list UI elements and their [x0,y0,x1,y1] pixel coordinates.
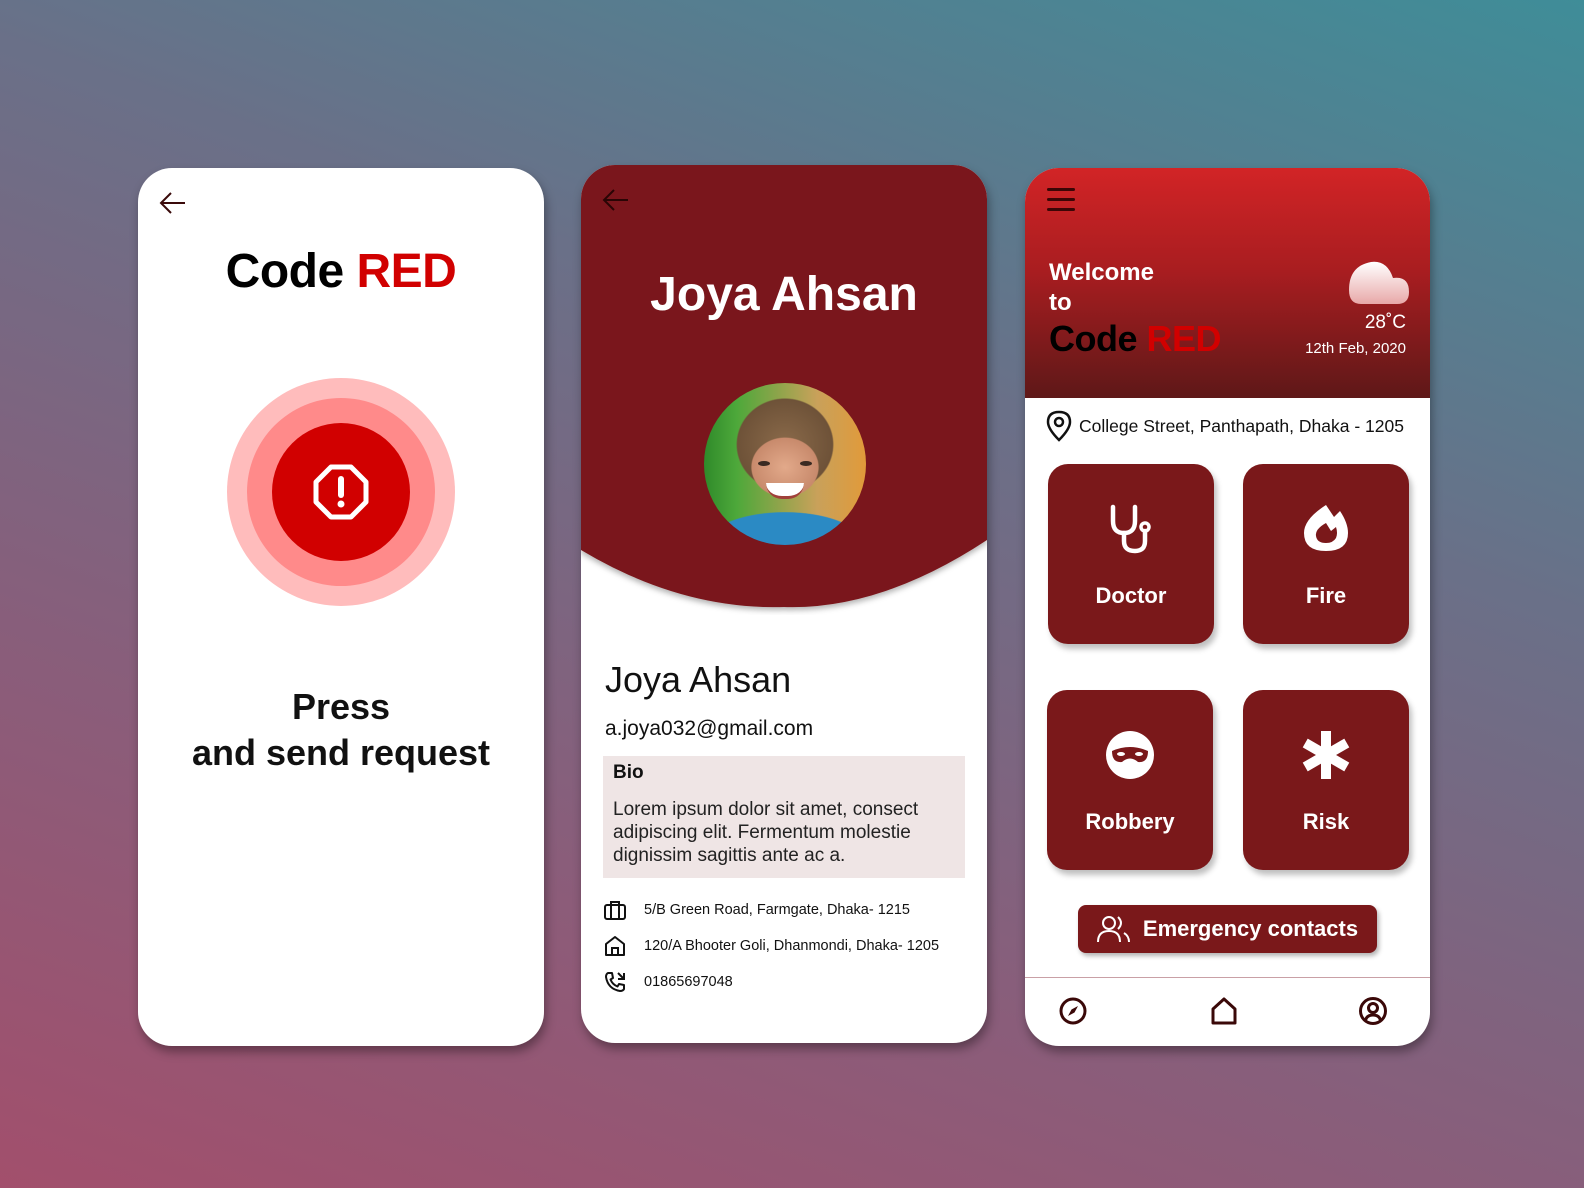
tile-label: Doctor [1095,583,1167,608]
arrow-left-icon[interactable] [601,185,631,215]
map-pin-icon [1046,410,1072,442]
profile-email[interactable]: a.joya032@gmail.com [605,717,813,741]
press-instruction: Press and send request [138,684,544,776]
cloud-icon [1349,261,1409,304]
app-title: Code RED [138,244,544,299]
avatar-smile [766,483,804,499]
work-address-row: 5/B Green Road, Farmgate, Dhaka- 1215 [603,898,910,922]
home-header: Welcome to Code RED 28˚C 12th Feb, 2020 [1025,168,1430,398]
location-text: College Street, Panthapath, Dhaka - 1205 [1079,415,1404,436]
welcome-line-2: to [1049,289,1072,316]
header-name: Joya Ahsan [650,268,918,321]
phone-number: 01865697048 [644,974,733,990]
title-code: Code [225,245,345,298]
tile-label: Robbery [1085,809,1175,834]
arrow-left-icon[interactable] [158,188,188,218]
home-screen: Welcome to Code RED 28˚C 12th Feb, 2020 … [1025,168,1430,1046]
emergency-contacts-label: Emergency contacts [1142,916,1359,941]
octagon-alert-icon [313,464,369,520]
work-address: 5/B Green Road, Farmgate, Dhaka- 1215 [644,902,910,918]
emergency-contacts-button[interactable]: Emergency contacts [1078,905,1377,953]
welcome-line-1: Welcome [1049,259,1154,286]
welcome-text: Welcome to [1049,258,1154,318]
users-icon [1096,916,1130,943]
app-title: Code RED [1049,318,1222,360]
sos-screen: Code RED Press and send request [138,168,544,1046]
fire-icon [1304,505,1348,551]
phone-row[interactable]: 01865697048 [603,970,733,994]
tile-risk[interactable]: Risk [1243,690,1409,870]
stethoscope-icon [1110,504,1151,554]
bio-text: Lorem ipsum dolor sit amet, consect adip… [613,799,919,866]
home-address-row: 120/A Bhooter Goli, Dhanmondi, Dhaka- 12… [603,934,939,958]
compass-icon[interactable] [1058,996,1088,1026]
press-line-2: and send request [191,732,491,773]
home-icon [605,936,625,956]
mask-icon [1106,731,1154,779]
profile-name: Joya Ahsan [605,659,792,700]
asterisk-icon [1302,731,1350,779]
home-address: 120/A Bhooter Goli, Dhanmondi, Dhaka- 12… [644,938,940,954]
temperature: 28˚C [1364,312,1406,333]
tile-label: Fire [1305,583,1347,608]
bottom-nav [1025,977,1430,1046]
briefcase-icon [604,901,626,920]
bio-section: Bio Lorem ipsum dolor sit amet, consect … [603,756,965,878]
avatar [704,383,866,545]
phone-call-icon [605,972,625,992]
tile-doctor[interactable]: Doctor [1048,464,1214,644]
avatar-eye [800,461,812,466]
title-red: RED [1146,318,1222,359]
sos-button[interactable] [227,378,455,606]
tile-fire[interactable]: Fire [1243,464,1409,644]
home-icon[interactable] [1209,996,1239,1026]
tile-label: Risk [1302,809,1350,834]
press-line-1: Press [291,686,391,727]
avatar-eye [758,461,770,466]
date: 12th Feb, 2020 [1305,340,1406,357]
user-circle-icon[interactable] [1358,996,1388,1026]
title-red: RED [356,245,457,298]
hamburger-icon[interactable] [1047,188,1075,214]
bio-label: Bio [613,762,644,783]
profile-screen: Joya Ahsan Joya Ahsan a.joya032@gmail.co… [581,165,987,1043]
sos-core[interactable] [272,423,410,561]
title-code: Code [1049,318,1138,359]
location-row[interactable]: College Street, Panthapath, Dhaka - 1205 [1045,410,1404,442]
tile-robbery[interactable]: Robbery [1047,690,1213,870]
